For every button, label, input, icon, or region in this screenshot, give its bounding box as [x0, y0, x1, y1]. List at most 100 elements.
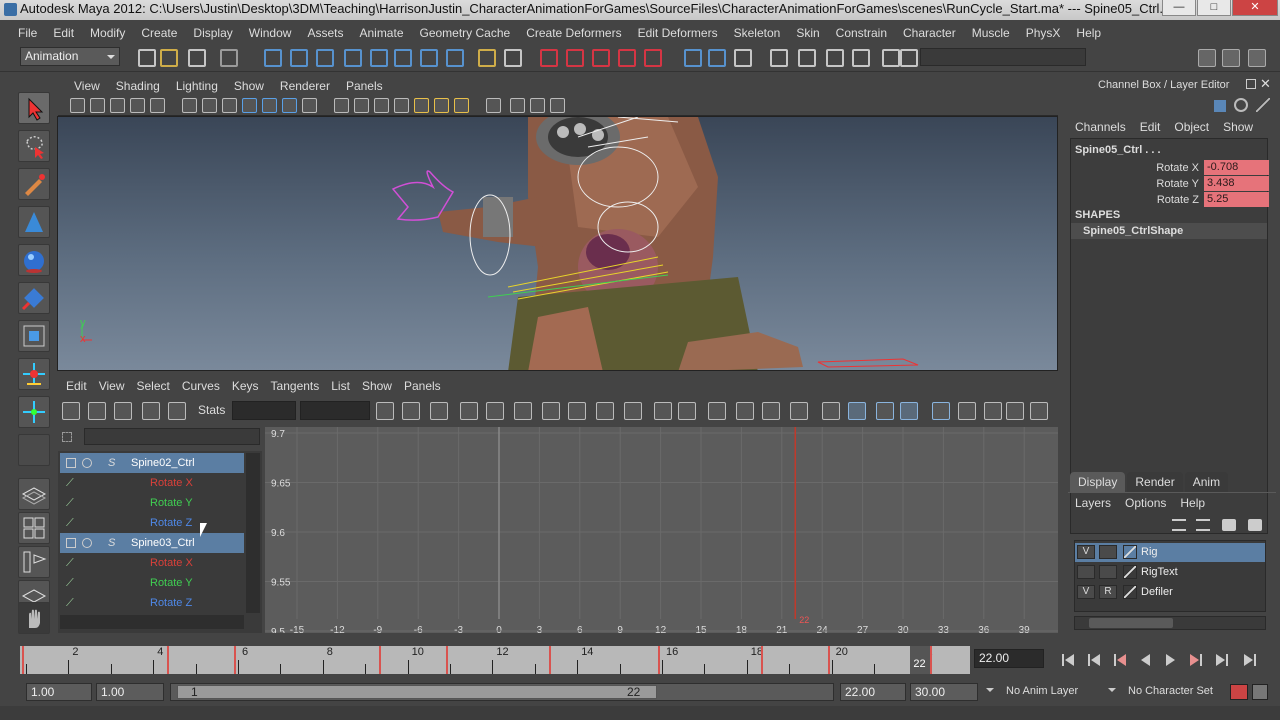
time-slider[interactable]: 24681012141618202222 — [20, 646, 970, 674]
layer-menu-options[interactable]: Options — [1118, 496, 1173, 510]
status-line-icon-4[interactable] — [264, 49, 282, 67]
graph-menu-list[interactable]: List — [325, 379, 356, 393]
viewport-tool-icon-4[interactable] — [150, 98, 165, 113]
keyframe-marker[interactable] — [658, 646, 660, 674]
layer-menu-layers[interactable]: Layers — [1068, 496, 1118, 510]
graph-tool-icon-3[interactable] — [142, 402, 160, 420]
status-line-icon-27[interactable] — [900, 49, 918, 67]
outliner-channel-rotate-x[interactable]: ⟋ Rotate X — [60, 473, 244, 493]
graph-curve-icon-17[interactable] — [848, 402, 866, 420]
viewport-tool-icon-15[interactable] — [394, 98, 409, 113]
channel-box-layout-icon[interactable] — [1214, 100, 1226, 112]
minimize-button[interactable]: — — [1162, 0, 1196, 16]
menu-window[interactable]: Window — [241, 26, 300, 40]
menu-muscle[interactable]: Muscle — [964, 26, 1018, 40]
rotate-tool-icon[interactable] — [18, 244, 50, 276]
layer-visibility-toggle[interactable]: V — [1077, 545, 1095, 559]
keyframe-marker[interactable] — [760, 646, 763, 674]
graph-curve-icon-21[interactable] — [958, 402, 976, 420]
graph-menu-tangents[interactable]: Tangents — [265, 379, 326, 393]
viewport-menu-renderer[interactable]: Renderer — [272, 79, 338, 93]
viewport-tool-icon-9[interactable] — [262, 98, 277, 113]
menu-constrain[interactable]: Constrain — [828, 26, 895, 40]
graph-tool-icon-1[interactable] — [88, 402, 106, 420]
viewport-tool-icon-3[interactable] — [130, 98, 145, 113]
status-line-icon-7[interactable] — [344, 49, 362, 67]
status-line-icon-15[interactable] — [566, 49, 584, 67]
status-line-icon-8[interactable] — [370, 49, 388, 67]
panel-toggle-icon-0[interactable] — [1198, 49, 1216, 67]
viewport-tool-icon-8[interactable] — [242, 98, 257, 113]
graph-curve-icon-20[interactable] — [932, 402, 950, 420]
keyframe-marker[interactable] — [827, 646, 830, 674]
menu-physx[interactable]: PhysX — [1018, 26, 1069, 40]
channel-menu-show[interactable]: Show — [1216, 120, 1260, 134]
outliner-object-spine02-ctrl[interactable]: S Spine02_Ctrl — [60, 453, 244, 473]
graph-tool-icon-2[interactable] — [114, 402, 132, 420]
status-line-icon-20[interactable] — [708, 49, 726, 67]
status-line-icon-16[interactable] — [592, 49, 610, 67]
panel-float-icon[interactable] — [1246, 79, 1256, 89]
graph-curve-icon-3[interactable] — [460, 402, 478, 420]
new-layer-icon[interactable] — [1222, 519, 1236, 531]
graph-curve-icon-18[interactable] — [876, 402, 894, 420]
expand-icon[interactable] — [66, 538, 76, 548]
layer-color-swatch-icon[interactable] — [1123, 565, 1137, 579]
viewport-tool-icon-11[interactable] — [302, 98, 317, 113]
viewport-tool-icon-17[interactable] — [434, 98, 449, 113]
menu-geometry-cache[interactable]: Geometry Cache — [412, 26, 519, 40]
maximize-button[interactable]: □ — [1197, 0, 1231, 16]
graph-curve-icon-5[interactable] — [514, 402, 532, 420]
viewport-tool-icon-21[interactable] — [530, 98, 545, 113]
menu-edit[interactable]: Edit — [45, 26, 82, 40]
status-line-icon-23[interactable] — [798, 49, 816, 67]
outliner-channel-rotate-y[interactable]: ⟋ Rotate Y — [60, 493, 244, 513]
graph-curve-icon-14[interactable] — [762, 402, 780, 420]
keyframe-marker[interactable] — [22, 646, 24, 674]
graph-curve-icon-15[interactable] — [790, 402, 808, 420]
auto-key-icon[interactable] — [1230, 684, 1248, 700]
range-slider[interactable]: 1 22 — [170, 683, 834, 701]
viewport-3d[interactable]: y x — [57, 116, 1058, 371]
attr-rotate-z[interactable]: Rotate Z 5.25 — [1071, 192, 1269, 208]
graph-curve-icon-16[interactable] — [822, 402, 840, 420]
viewport-tool-icon-2[interactable] — [110, 98, 125, 113]
lasso-tool-icon[interactable] — [18, 130, 50, 162]
outliner-scrollbar[interactable] — [246, 453, 260, 613]
viewport-tool-icon-19[interactable] — [486, 98, 501, 113]
four-pane-layout-icon[interactable] — [18, 512, 50, 544]
menu-skeleton[interactable]: Skeleton — [726, 26, 789, 40]
menu-skin[interactable]: Skin — [788, 26, 827, 40]
graph-curve-icon-22[interactable] — [984, 402, 1002, 420]
shape-name[interactable]: Spine05_CtrlShape — [1071, 223, 1267, 239]
viewport-tool-icon-13[interactable] — [354, 98, 369, 113]
last-tool-icon[interactable] — [18, 396, 50, 428]
graph-menu-panels[interactable]: Panels — [398, 379, 447, 393]
graph-menu-keys[interactable]: Keys — [226, 379, 265, 393]
layer-row-defiler[interactable]: V R Defiler — [1075, 583, 1265, 602]
graph-tool-icon-0[interactable] — [62, 402, 80, 420]
attr-rotate-x[interactable]: Rotate X -0.708 — [1071, 160, 1269, 176]
menu-create[interactable]: Create — [133, 26, 185, 40]
menu-edit-deformers[interactable]: Edit Deformers — [630, 26, 726, 40]
graph-curve-icon-4[interactable] — [486, 402, 504, 420]
layer-row-rig[interactable]: V Rig — [1075, 543, 1265, 562]
anim-layer-label[interactable]: No Anim Layer — [1006, 685, 1078, 697]
viewport-tool-icon-12[interactable] — [334, 98, 349, 113]
layer-row-rigtext[interactable]: RigText — [1075, 563, 1265, 582]
menu-assets[interactable]: Assets — [299, 26, 351, 40]
graph-menu-select[interactable]: Select — [130, 379, 175, 393]
channel-menu-channels[interactable]: Channels — [1068, 120, 1133, 134]
tab-render[interactable]: Render — [1127, 472, 1183, 492]
graph-menu-show[interactable]: Show — [356, 379, 398, 393]
graph-menu-view[interactable]: View — [93, 379, 131, 393]
hand-tool-icon[interactable] — [18, 602, 50, 634]
panel-toggle-icon-1[interactable] — [1222, 49, 1240, 67]
status-line-icon-26[interactable] — [882, 49, 900, 67]
graph-curve-icon-1[interactable] — [402, 402, 420, 420]
layer-visibility-toggle[interactable] — [1077, 565, 1095, 579]
empty-tool-slot[interactable] — [18, 434, 50, 466]
tool-settings-icon[interactable] — [1256, 98, 1270, 112]
attr-value-field[interactable]: 3.438 — [1204, 176, 1269, 191]
outliner-layout-icon[interactable] — [18, 546, 50, 578]
